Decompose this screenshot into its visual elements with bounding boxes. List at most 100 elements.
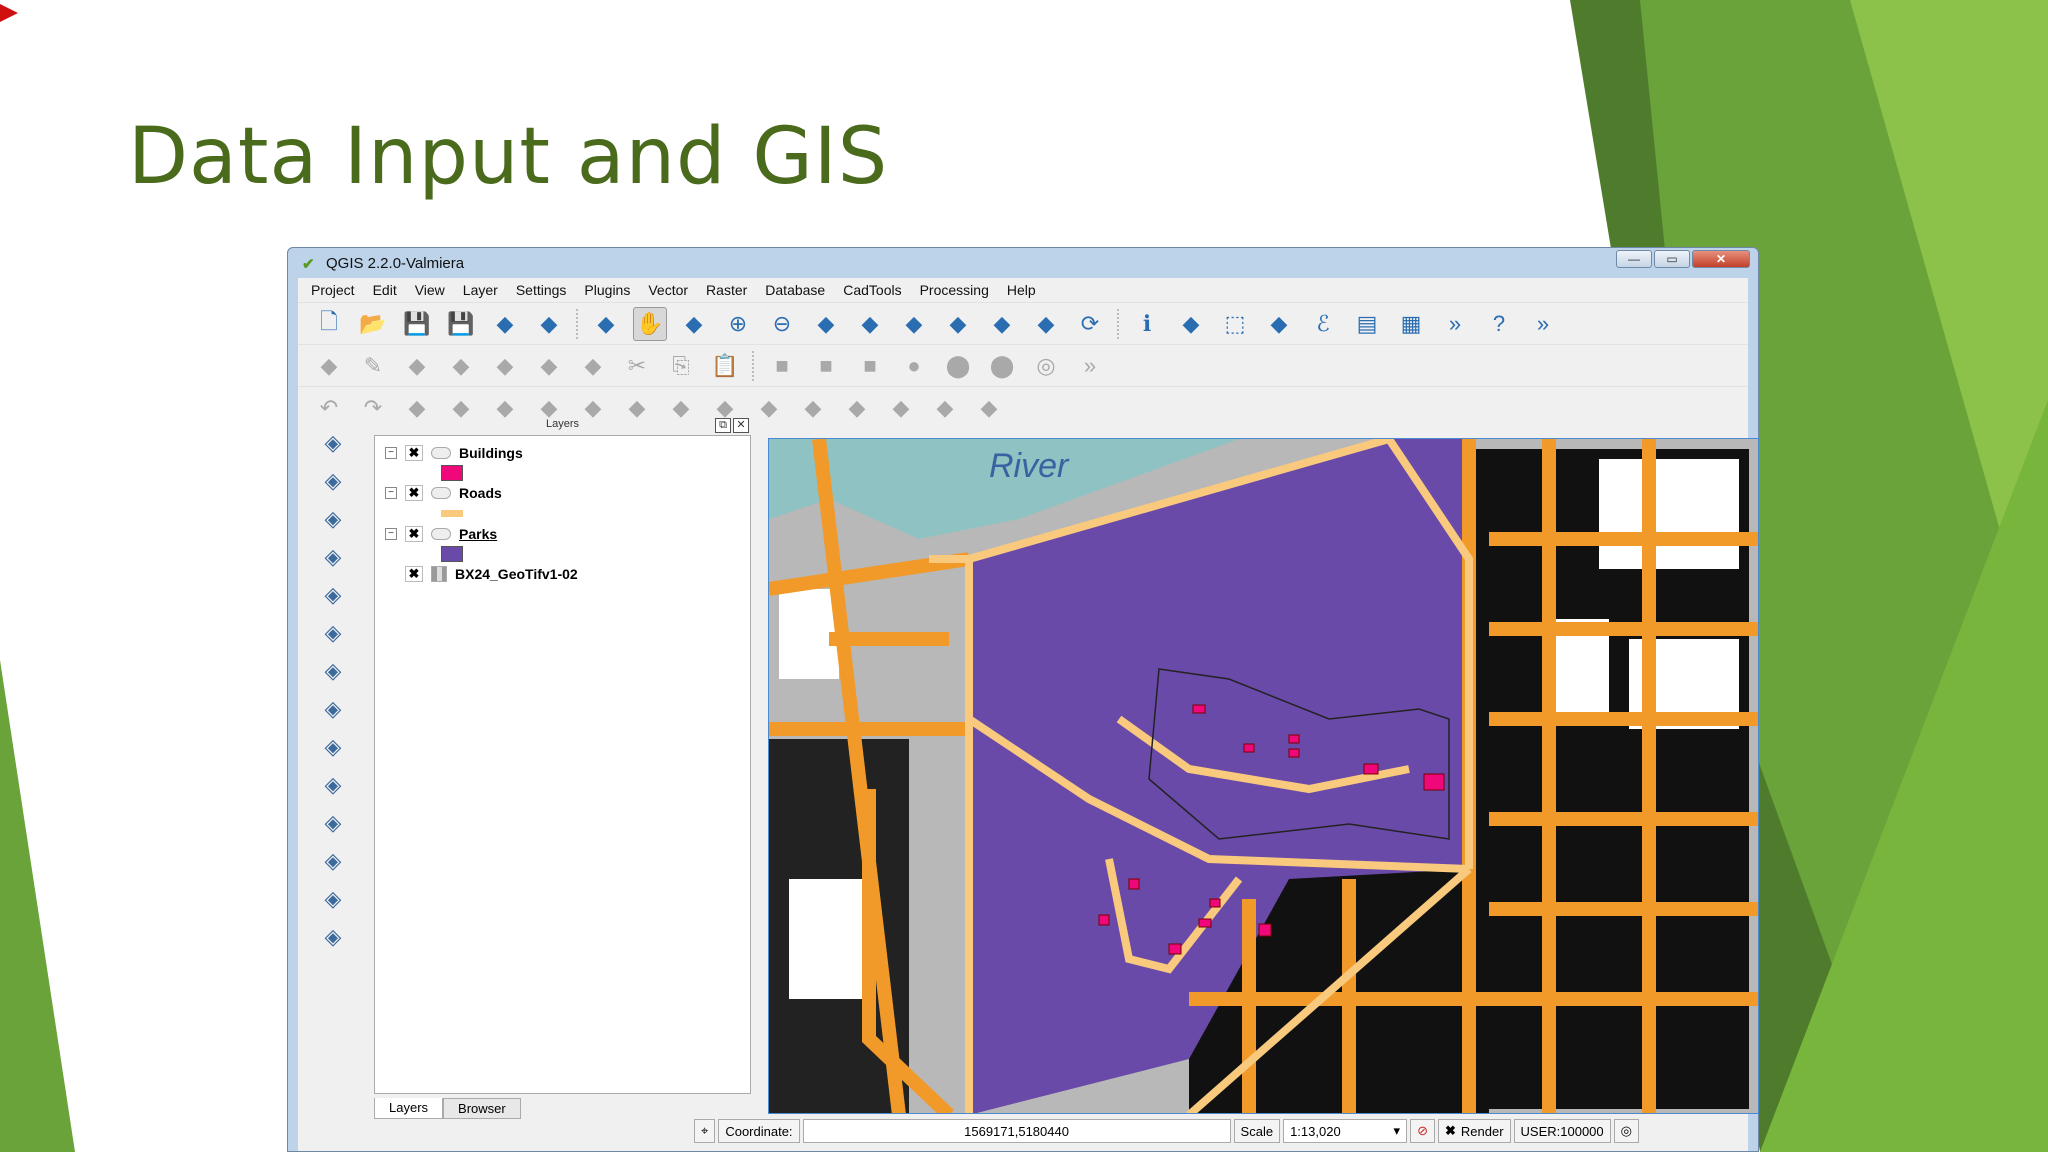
- plugin-icon[interactable]: ◈: [316, 920, 350, 954]
- layer-item[interactable]: ✖ BX24_GeoTifv1-02: [385, 563, 740, 585]
- layer-visibility-checkbox[interactable]: ✖: [405, 485, 423, 501]
- tab-browser[interactable]: Browser: [443, 1098, 521, 1119]
- help-icon[interactable]: ?: [1482, 307, 1516, 341]
- copy-icon[interactable]: ⎘: [664, 349, 698, 383]
- menu-raster[interactable]: Raster: [697, 282, 756, 298]
- composer-manager-icon[interactable]: ◆: [532, 307, 566, 341]
- layer-visibility-checkbox[interactable]: ✖: [405, 445, 423, 461]
- coordinate-field[interactable]: 1569171,5180440: [802, 1119, 1231, 1143]
- menu-help[interactable]: Help: [998, 282, 1045, 298]
- add-vector-layer-icon[interactable]: ◈: [316, 426, 350, 460]
- menu-plugins[interactable]: Plugins: [575, 282, 639, 298]
- render-checkbox[interactable]: ✖ Render: [1437, 1119, 1511, 1143]
- rectangle-icon[interactable]: ■: [765, 349, 799, 383]
- edit-pencil-icon[interactable]: ✎: [356, 349, 390, 383]
- circle-big-icon[interactable]: ⬤: [985, 349, 1019, 383]
- more-icon[interactable]: »: [1073, 349, 1107, 383]
- split-features-icon[interactable]: ◆: [796, 391, 830, 425]
- add-wfs-layer-icon[interactable]: ◈: [316, 730, 350, 764]
- zoom-next-icon[interactable]: ◆: [1029, 307, 1063, 341]
- open-project-icon[interactable]: 📂: [356, 307, 390, 341]
- spiral-icon[interactable]: ◎: [1029, 349, 1063, 383]
- square-icon[interactable]: ■: [809, 349, 843, 383]
- action-icon[interactable]: ◆: [1174, 307, 1208, 341]
- point-on-line-icon[interactable]: ◆: [928, 391, 962, 425]
- add-feature-icon[interactable]: ◆: [444, 349, 478, 383]
- layer-visibility-checkbox[interactable]: ✖: [405, 566, 423, 582]
- zoom-native-icon[interactable]: ◆: [809, 307, 843, 341]
- save-as-icon[interactable]: 💾: [444, 307, 478, 341]
- offset-curve-icon[interactable]: ◆: [752, 391, 786, 425]
- menu-project[interactable]: Project: [302, 282, 364, 298]
- menu-layer[interactable]: Layer: [454, 282, 507, 298]
- menu-processing[interactable]: Processing: [911, 282, 998, 298]
- paste-icon[interactable]: 📋: [708, 349, 742, 383]
- zoom-to-selection-icon[interactable]: ◆: [897, 307, 931, 341]
- new-spatialite-icon[interactable]: ◈: [316, 844, 350, 878]
- zoom-last-icon[interactable]: ◆: [985, 307, 1019, 341]
- menu-database[interactable]: Database: [756, 282, 834, 298]
- minimize-button[interactable]: —: [1616, 250, 1652, 268]
- collapse-toggle[interactable]: −: [385, 487, 397, 499]
- close-button[interactable]: ✕: [1692, 250, 1750, 268]
- menu-view[interactable]: View: [406, 282, 454, 298]
- georeferencer-icon[interactable]: ◈: [316, 882, 350, 916]
- pan-to-selection-icon[interactable]: ◆: [677, 307, 711, 341]
- float-panel-button[interactable]: ⧉: [715, 418, 731, 433]
- toggle-editing-icon[interactable]: ◆: [312, 349, 346, 383]
- layer-item[interactable]: − ✖ Roads: [385, 482, 740, 504]
- add-spatialite-layer-icon[interactable]: ◈: [316, 540, 350, 574]
- layer-item[interactable]: − ✖ Buildings: [385, 442, 740, 464]
- split-parts-icon[interactable]: ◆: [840, 391, 874, 425]
- collapse-toggle[interactable]: −: [385, 528, 397, 540]
- close-panel-button[interactable]: ✕: [733, 418, 749, 433]
- move-feature-icon[interactable]: ◆: [488, 349, 522, 383]
- circle-icon[interactable]: ●: [897, 349, 931, 383]
- delete-selected-icon[interactable]: ◆: [576, 349, 610, 383]
- coordinate-toggle-icon[interactable]: ⌖: [694, 1119, 716, 1143]
- new-project-icon[interactable]: 🗋: [312, 307, 346, 341]
- deselect-icon[interactable]: ◆: [1262, 307, 1296, 341]
- zoom-full-icon[interactable]: ◆: [853, 307, 887, 341]
- zoom-in-icon[interactable]: ⊕: [721, 307, 755, 341]
- add-delimited-text-icon[interactable]: ◈: [316, 768, 350, 802]
- expression-icon[interactable]: ℰ: [1306, 307, 1340, 341]
- add-wcs-layer-icon[interactable]: ◈: [316, 692, 350, 726]
- refresh-icon[interactable]: ⟳: [1073, 307, 1107, 341]
- scale-combobox[interactable]: 1:13,020 ▾: [1283, 1119, 1408, 1143]
- rotate-label-icon[interactable]: ◆: [972, 391, 1006, 425]
- add-mssql-layer-icon[interactable]: ◈: [316, 578, 350, 612]
- add-oracle-layer-icon[interactable]: ◈: [316, 616, 350, 650]
- select-icon[interactable]: ⬚: [1218, 307, 1252, 341]
- add-wms-layer-icon[interactable]: ◈: [316, 654, 350, 688]
- save-project-icon[interactable]: 💾: [400, 307, 434, 341]
- menu-settings[interactable]: Settings: [507, 282, 576, 298]
- zoom-to-layer-icon[interactable]: ◆: [941, 307, 975, 341]
- field-calculator-icon[interactable]: ▦: [1394, 307, 1428, 341]
- tab-layers[interactable]: Layers: [374, 1098, 444, 1119]
- messages-icon[interactable]: ◎: [1613, 1119, 1639, 1143]
- identify-icon[interactable]: ℹ: [1130, 307, 1164, 341]
- square-center-icon[interactable]: ■: [853, 349, 887, 383]
- crs-button[interactable]: USER:100000: [1513, 1119, 1611, 1143]
- add-raster-layer-icon[interactable]: ◈: [316, 464, 350, 498]
- map-canvas[interactable]: River: [768, 438, 1759, 1114]
- menu-edit[interactable]: Edit: [364, 282, 406, 298]
- merge-icon[interactable]: ◆: [884, 391, 918, 425]
- cut-icon[interactable]: ✂: [620, 349, 654, 383]
- menu-vector[interactable]: Vector: [639, 282, 697, 298]
- more-icon[interactable]: »: [1526, 307, 1560, 341]
- new-shapefile-icon[interactable]: ◈: [316, 806, 350, 840]
- touch-zoom-icon[interactable]: ◆: [589, 307, 623, 341]
- layer-item[interactable]: − ✖ Parks: [385, 523, 740, 545]
- maximize-button[interactable]: ▭: [1654, 250, 1690, 268]
- collapse-toggle[interactable]: −: [385, 447, 397, 459]
- node-tool-icon[interactable]: ◆: [532, 349, 566, 383]
- layer-visibility-checkbox[interactable]: ✖: [405, 526, 423, 542]
- add-postgis-layer-icon[interactable]: ◈: [316, 502, 350, 536]
- attribute-table-icon[interactable]: ▤: [1350, 307, 1384, 341]
- more-icon[interactable]: »: [1438, 307, 1472, 341]
- new-print-composer-icon[interactable]: ◆: [488, 307, 522, 341]
- stop-render-icon[interactable]: ⊘: [1410, 1119, 1435, 1143]
- save-edits-icon[interactable]: ◆: [400, 349, 434, 383]
